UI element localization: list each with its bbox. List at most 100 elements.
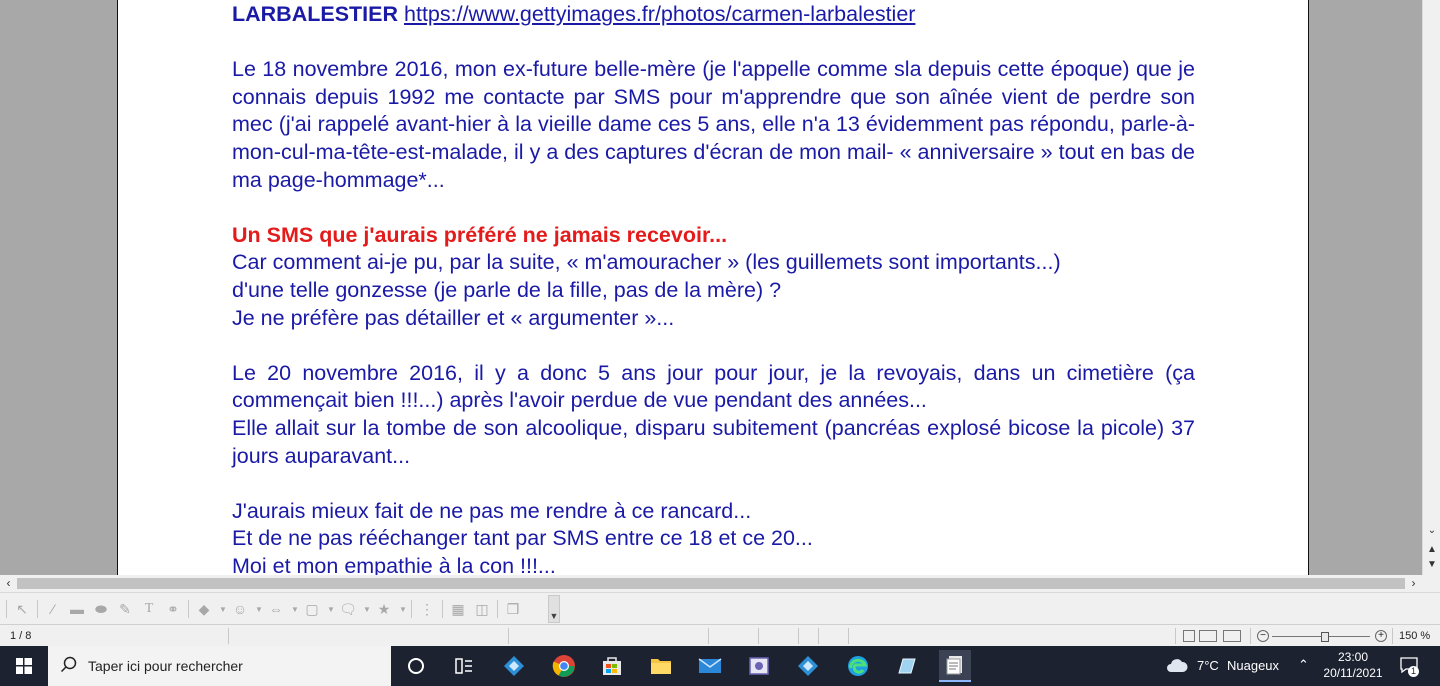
- edge-glyph-icon: [848, 656, 868, 676]
- paragraph-2a: Le 20 novembre 2016, il y a donc 5 ans j…: [232, 360, 1195, 413]
- mail-icon[interactable]: [694, 650, 726, 682]
- scroll-down-icon[interactable]: ⌄: [1423, 524, 1440, 538]
- line-d: J'aurais mieux fait de ne pas me rendre …: [232, 498, 752, 523]
- line-c: Je ne préfère pas détailler et « argumen…: [232, 305, 675, 330]
- line-f: Moi et mon empathie à la con !!!...: [232, 553, 556, 575]
- ellipse-tool-icon[interactable]: ⬬: [92, 600, 110, 618]
- edge-icon[interactable]: [842, 650, 874, 682]
- notepad-glyph-icon: [898, 658, 916, 674]
- dropdown-arrow-icon[interactable]: ▼: [291, 605, 299, 614]
- stars-icon[interactable]: ★: [375, 600, 393, 618]
- status-separator: [508, 628, 509, 644]
- insert-image-icon[interactable]: ◫: [473, 600, 491, 618]
- horizontal-scroll-thumb[interactable]: [17, 578, 1405, 589]
- extrusion-icon[interactable]: ❒: [504, 600, 522, 618]
- toolbar-overflow-icon[interactable]: ▼: [548, 595, 560, 623]
- dropdown-arrow-icon[interactable]: ▼: [255, 605, 263, 614]
- scroll-right-icon[interactable]: ›: [1405, 575, 1422, 592]
- single-page-view-icon[interactable]: [1183, 630, 1195, 642]
- store-icon[interactable]: [596, 650, 628, 682]
- clock-date: 20/11/2021: [1323, 666, 1383, 680]
- select-pointer-icon[interactable]: ↖: [13, 600, 31, 618]
- dropdown-arrow-icon[interactable]: ▼: [399, 605, 407, 614]
- toolbar-separator: [497, 600, 498, 618]
- app-window-icon[interactable]: [743, 650, 775, 682]
- next-page-icon[interactable]: ▼: [1423, 558, 1440, 572]
- multi-page-view-icon[interactable]: [1199, 630, 1217, 642]
- horizontal-scrollbar[interactable]: ‹ ›: [0, 575, 1422, 592]
- weather-condition: Nuageux: [1227, 658, 1280, 673]
- points-icon[interactable]: ⋮: [418, 600, 436, 618]
- line-tool-icon[interactable]: ∕: [44, 600, 62, 618]
- folder-glyph-icon: [651, 659, 671, 674]
- document-text: LARBALESTIER https://www.gettyimages.fr/…: [232, 0, 1195, 575]
- basic-shapes-icon[interactable]: ◆: [195, 600, 213, 618]
- status-separator: [848, 628, 849, 644]
- line-b: d'une telle gonzesse (je parle de la fil…: [232, 277, 782, 302]
- show-hidden-icons-icon[interactable]: ⌃: [1296, 646, 1312, 686]
- system-clock[interactable]: 23:00 20/11/2021: [1316, 649, 1390, 681]
- document-page[interactable]: LARBALESTIER https://www.gettyimages.fr/…: [117, 0, 1309, 575]
- start-button[interactable]: [0, 646, 48, 686]
- taskbar-search[interactable]: Taper ici pour rechercher: [48, 646, 391, 686]
- weather-widget[interactable]: 7°C Nuageux: [1166, 646, 1286, 686]
- app-diamond-icon[interactable]: [498, 650, 530, 682]
- search-placeholder: Taper ici pour rechercher: [88, 658, 243, 674]
- toolbar-separator: [411, 600, 412, 618]
- cortana-circle-icon: [408, 658, 424, 674]
- task-view-icon[interactable]: [448, 650, 480, 682]
- status-bar: 1 / 8 − + 150 %: [0, 624, 1440, 647]
- zoom-slider-knob[interactable]: [1321, 632, 1329, 642]
- vertical-scrollbar[interactable]: ⌄ ▲ ▼: [1422, 0, 1440, 575]
- dropdown-arrow-icon[interactable]: ▼: [327, 605, 335, 614]
- book-view-icon[interactable]: [1223, 630, 1241, 642]
- line-a: Car comment ai-je pu, par la suite, « m'…: [232, 250, 1061, 275]
- freeform-tool-icon[interactable]: ✎: [116, 600, 134, 618]
- previous-page-icon[interactable]: ▲: [1423, 543, 1440, 557]
- callout-tool-icon[interactable]: ⚭: [164, 600, 182, 618]
- notification-count-badge: 1: [1408, 666, 1419, 677]
- status-separator: [708, 628, 709, 644]
- app-diamond-2-icon[interactable]: [792, 650, 824, 682]
- rectangle-tool-icon[interactable]: ▬: [68, 600, 86, 618]
- fontwork-icon[interactable]: ▦: [449, 600, 467, 618]
- dropdown-arrow-icon[interactable]: ▼: [219, 605, 227, 614]
- chrome-glyph-icon: [552, 655, 575, 677]
- notification-center-icon[interactable]: 1: [1398, 646, 1422, 686]
- status-separator: [1392, 628, 1393, 644]
- dropdown-arrow-icon[interactable]: ▼: [363, 605, 371, 614]
- zoom-out-icon[interactable]: −: [1257, 630, 1269, 642]
- document-viewport[interactable]: LARBALESTIER https://www.gettyimages.fr/…: [0, 0, 1422, 575]
- app-pencil-icon[interactable]: [890, 650, 922, 682]
- callouts-icon[interactable]: 🗨: [339, 600, 357, 618]
- zoom-level[interactable]: 150 %: [1399, 630, 1430, 642]
- weather-temperature: 7°C: [1197, 658, 1219, 673]
- diamond-app-glyph-icon: [504, 656, 524, 676]
- text-tool-icon[interactable]: T: [140, 600, 158, 618]
- page-count[interactable]: 1 / 8: [10, 630, 31, 642]
- libreoffice-active-icon[interactable]: [939, 650, 971, 682]
- block-arrows-icon[interactable]: ⇔: [267, 600, 285, 618]
- clock-time: 23:00: [1337, 650, 1369, 664]
- paragraph-2b: Elle allait sur la tombe de son alcooliq…: [232, 415, 1195, 468]
- file-explorer-icon[interactable]: [645, 650, 677, 682]
- flowchart-icon[interactable]: ▢: [303, 600, 321, 618]
- search-icon: [60, 656, 77, 673]
- line-e: Et de ne pas rééchanger tant par SMS ent…: [232, 526, 813, 551]
- getty-link[interactable]: https://www.gettyimages.fr/photos/carmen…: [404, 2, 915, 26]
- windows-taskbar: Taper ici pour rechercher 7°C Nuageux ⌃ …: [0, 646, 1440, 686]
- chrome-icon[interactable]: [548, 650, 580, 682]
- envelope-glyph-icon: [698, 658, 722, 673]
- scroll-left-icon[interactable]: ‹: [0, 575, 17, 592]
- toolbar-separator: [188, 600, 189, 618]
- status-separator: [1175, 628, 1176, 644]
- status-separator: [798, 628, 799, 644]
- status-separator: [758, 628, 759, 644]
- zoom-in-icon[interactable]: +: [1375, 630, 1387, 642]
- document-glyph-icon: [946, 656, 962, 675]
- symbol-shapes-icon[interactable]: ☺: [231, 600, 249, 618]
- red-heading: Un SMS que j'aurais préféré ne jamais re…: [232, 222, 728, 247]
- toolbar-separator: [37, 600, 38, 618]
- cortana-icon[interactable]: [400, 650, 432, 682]
- windows-logo-icon: [16, 658, 32, 674]
